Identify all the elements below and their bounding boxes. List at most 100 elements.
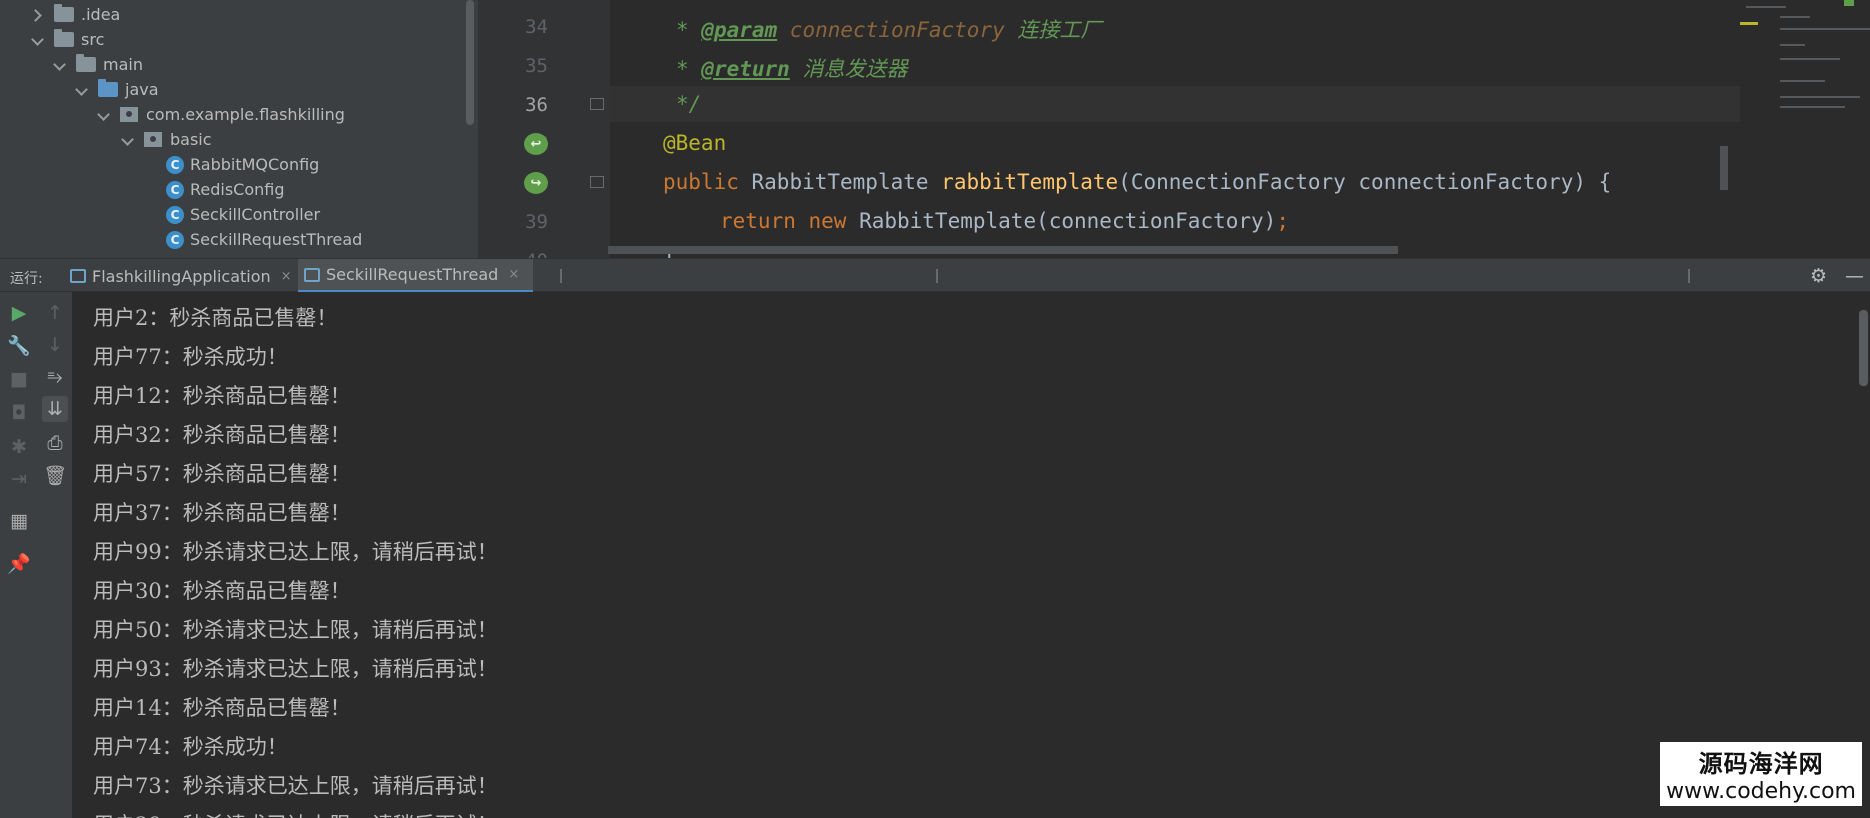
minimize-icon[interactable]: —	[1845, 265, 1864, 287]
chevron-down-icon[interactable]	[52, 58, 66, 72]
console-scrollbar[interactable]	[1859, 310, 1868, 386]
minimap-line	[1780, 58, 1840, 60]
tree-item-label: com.example.flashkilling	[146, 105, 345, 124]
code-token: @return	[701, 57, 790, 81]
bug-icon[interactable]: ✱	[6, 434, 32, 460]
code-token: 消息发送器	[789, 57, 908, 81]
trash-icon[interactable]: 🗑	[42, 462, 68, 488]
line-number: 36	[525, 94, 548, 116]
class-icon: C	[166, 180, 184, 199]
fold-marker-icon[interactable]	[590, 176, 604, 188]
tree-item-package[interactable]: com.example.flashkilling	[96, 102, 345, 127]
layout-icon[interactable]: ▦	[6, 508, 32, 534]
spring-bean-icon[interactable]: ↪	[524, 172, 548, 194]
divider	[560, 269, 562, 283]
console-line: 用户99：秒杀请求已达上限，请稍后再试！	[93, 540, 498, 564]
folder-icon	[76, 54, 96, 72]
console-line: 用户93：秒杀请求已达上限，请稍后再试！	[93, 657, 498, 681]
tree-item-src[interactable]: src	[30, 27, 104, 52]
code-token: RabbitTemplate	[751, 170, 942, 194]
close-icon[interactable]: ×	[281, 269, 292, 284]
scroll-to-end-icon[interactable]: ⇊	[42, 396, 68, 422]
run-config-icon	[304, 267, 320, 282]
console-line: 用户32：秒杀商品已售罄！	[93, 423, 351, 447]
tree-item-seckillrequestthread[interactable]: C SeckillRequestThread	[166, 227, 362, 252]
down-arrow-icon[interactable]: ↓	[42, 332, 68, 358]
code-line-39: return new RabbitTemplate(connectionFact…	[720, 209, 1289, 233]
minimap-line	[1780, 28, 1870, 30]
tree-item-basic[interactable]: basic	[120, 127, 212, 152]
source-folder-icon	[98, 79, 118, 97]
pin-icon[interactable]: 📌	[6, 550, 32, 576]
code-line-35: * @return 消息发送器	[676, 53, 907, 83]
editor-gutter: 34 35 36 37 38 39 40 ↩ ↪	[478, 0, 610, 258]
minimap-line	[1780, 16, 1810, 18]
tree-item-seckillcontroller[interactable]: C SeckillController	[166, 202, 320, 227]
up-arrow-icon[interactable]: ↑	[42, 300, 68, 326]
run-config-icon	[70, 269, 86, 283]
tab-seckillrequestthread[interactable]: SeckillRequestThread ×	[298, 259, 534, 293]
chevron-down-icon[interactable]	[30, 33, 44, 47]
code-token: ;	[1276, 209, 1289, 233]
console-line: 用户37：秒杀商品已售罄！	[93, 501, 351, 525]
tree-item-main[interactable]: main	[52, 52, 143, 77]
chevron-down-icon[interactable]	[120, 133, 134, 147]
console-line: 用户12：秒杀商品已售罄！	[93, 384, 351, 408]
line-number: 39	[525, 211, 548, 233]
tree-item-java[interactable]: java	[74, 77, 159, 102]
editor-horizontal-scrollbar[interactable]	[608, 246, 1398, 254]
code-minimap[interactable]	[1740, 0, 1870, 130]
gear-icon[interactable]: ⚙	[1810, 265, 1827, 287]
line-number: 40	[478, 250, 548, 258]
spring-bean-icon[interactable]: ↩	[524, 133, 548, 155]
watermark-title: 源码海洋网	[1698, 750, 1824, 778]
folder-icon	[54, 29, 74, 47]
code-token: connectionFactory	[777, 18, 1005, 42]
import-icon[interactable]: ⇥	[6, 466, 32, 492]
watermark-url: www.codehy.com	[1666, 779, 1856, 804]
run-icon[interactable]: ▶	[6, 300, 32, 326]
chevron-down-icon[interactable]	[96, 108, 110, 122]
line-number: 35	[525, 55, 548, 77]
tree-item-idea[interactable]: .idea	[30, 2, 120, 27]
code-token: rabbitTemplate	[941, 170, 1119, 194]
minimap-line	[1780, 96, 1860, 98]
tree-item-label: basic	[170, 130, 212, 149]
tab-flashkillingapplication[interactable]: FlashkillingApplication ×	[70, 259, 304, 293]
code-line-38: public RabbitTemplate rabbitTemplate(Con…	[663, 170, 1611, 194]
tree-item-redisconfig[interactable]: C RedisConfig	[166, 177, 285, 202]
tree-item-rabbitmqconfig[interactable]: C RabbitMQConfig	[166, 152, 319, 177]
console-line: 用户50：秒杀请求已达上限，请稍后再试！	[93, 618, 498, 642]
run-toolbar: ▶ ↑ 🔧 ↓ ■ ⥱ ◘ ⇊ ✱ ⎙ ⇥ 🗑 ▦ 📌	[0, 292, 72, 818]
tab-label: SeckillRequestThread	[326, 265, 499, 284]
close-icon[interactable]: ×	[508, 267, 519, 282]
folder-icon	[54, 4, 74, 22]
tree-scrollbar[interactable]	[466, 0, 474, 125]
soft-wrap-icon[interactable]: ⥱	[42, 364, 68, 390]
print-icon[interactable]: ⎙	[42, 430, 68, 456]
current-line-highlight	[610, 86, 1870, 122]
chevron-right-icon[interactable]	[30, 8, 44, 22]
code-editor[interactable]: 34 35 36 37 38 39 40 ↩ ↪ * @param connec…	[478, 0, 1870, 258]
editor-vertical-scrollbar[interactable]	[1720, 146, 1728, 190]
package-icon	[144, 132, 162, 147]
console-output[interactable]: 用户2：秒杀商品已售罄！ 用户77：秒杀成功！ 用户12：秒杀商品已售罄！ 用户…	[72, 292, 1870, 818]
camera-icon[interactable]: ◘	[6, 400, 32, 426]
code-token: (ConnectionFactory connectionFactory) {	[1118, 170, 1612, 194]
class-icon: C	[166, 155, 184, 174]
tab-label: FlashkillingApplication	[92, 266, 271, 286]
class-icon: C	[166, 205, 184, 224]
code-token: *	[676, 18, 702, 42]
stop-icon[interactable]: ■	[6, 366, 32, 392]
tree-item-label: java	[125, 80, 159, 99]
console-line: 用户74：秒杀成功！	[93, 735, 288, 759]
chevron-down-icon[interactable]	[74, 83, 88, 97]
tree-item-label: .idea	[81, 5, 121, 24]
console-line: 用户14：秒杀商品已售罄！	[93, 696, 351, 720]
class-icon: C	[166, 230, 184, 249]
wrench-icon[interactable]: 🔧	[6, 332, 32, 358]
minimap-line	[1780, 106, 1845, 108]
fold-marker-icon[interactable]	[590, 98, 604, 110]
inspection-ok-icon	[1844, 0, 1854, 6]
line-number: 34	[525, 16, 548, 38]
